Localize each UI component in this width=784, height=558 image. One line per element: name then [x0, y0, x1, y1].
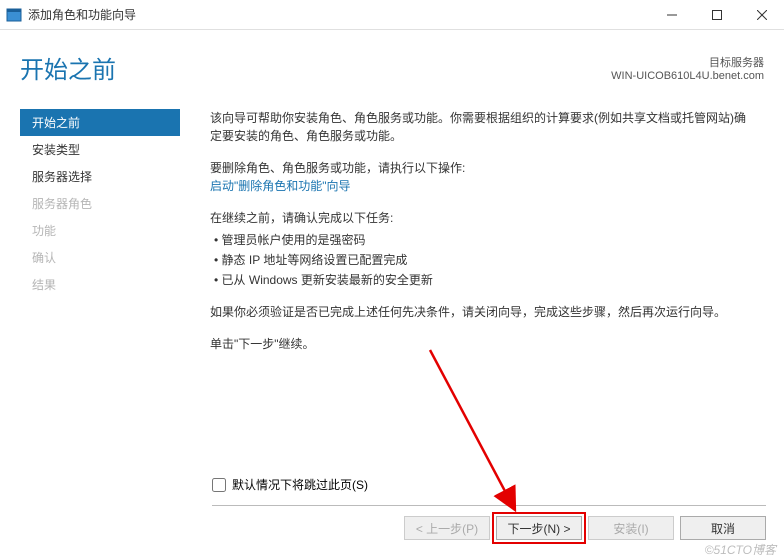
click-next-text: 单击"下一步"继续。: [210, 335, 754, 353]
minimize-button[interactable]: [649, 0, 694, 30]
skip-page-row: 默认情况下将跳过此页(S): [212, 476, 368, 493]
window-title: 添加角色和功能向导: [28, 6, 649, 23]
sidebar-item-1[interactable]: 安装类型: [20, 136, 180, 163]
watermark: ©51CTO博客: [705, 541, 776, 558]
main-area: 开始之前安装类型服务器选择服务器角色功能确认结果 该向导可帮助你安装角色、角色服…: [0, 105, 784, 505]
install-button[interactable]: 安装(I): [588, 516, 674, 540]
verify-text: 如果你必须验证是否已完成上述任何先决条件，请关闭向导，完成这些步骤，然后再次运行…: [210, 303, 754, 321]
skip-page-checkbox[interactable]: [212, 478, 226, 492]
content: 该向导可帮助你安装角色、角色服务或功能。你需要根据组织的计算要求(例如共享文档或…: [180, 105, 784, 505]
sidebar-item-2[interactable]: 服务器选择: [20, 163, 180, 190]
header: 开始之前 目标服务器 WIN-UICOB610L4U.benet.com: [0, 30, 784, 105]
server-info: 目标服务器 WIN-UICOB610L4U.benet.com: [611, 54, 764, 82]
server-label: 目标服务器: [611, 54, 764, 70]
sidebar-item-5: 确认: [20, 244, 180, 271]
page-title: 开始之前: [20, 50, 611, 85]
prereq-item-1: 静态 IP 地址等网络设置已配置完成: [214, 251, 754, 269]
separator: [212, 505, 766, 506]
skip-page-label: 默认情况下将跳过此页(S): [232, 476, 368, 493]
server-name: WIN-UICOB610L4U.benet.com: [611, 70, 764, 82]
next-button[interactable]: 下一步(N) >: [496, 516, 582, 540]
window-controls: [649, 0, 784, 30]
button-bar: < 上一步(P) 下一步(N) > 安装(I) 取消: [404, 516, 766, 540]
sidebar: 开始之前安装类型服务器选择服务器角色功能确认结果: [0, 105, 180, 505]
app-icon: [6, 7, 22, 23]
prereq-list: 管理员帐户使用的是强密码静态 IP 地址等网络设置已配置完成已从 Windows…: [214, 231, 754, 289]
sidebar-item-6: 结果: [20, 271, 180, 298]
title-bar: 添加角色和功能向导: [0, 0, 784, 30]
sidebar-item-3: 服务器角色: [20, 190, 180, 217]
remove-roles-link[interactable]: 启动"删除角色和功能"向导: [210, 177, 754, 195]
prev-button[interactable]: < 上一步(P): [404, 516, 490, 540]
close-button[interactable]: [739, 0, 784, 30]
before-continue-text: 在继续之前，请确认完成以下任务:: [210, 209, 754, 227]
prereq-item-0: 管理员帐户使用的是强密码: [214, 231, 754, 249]
sidebar-item-4: 功能: [20, 217, 180, 244]
remove-prefix: 要删除角色、角色服务或功能，请执行以下操作:: [210, 159, 754, 177]
sidebar-item-0[interactable]: 开始之前: [20, 109, 180, 136]
intro-text: 该向导可帮助你安装角色、角色服务或功能。你需要根据组织的计算要求(例如共享文档或…: [210, 109, 754, 145]
prereq-item-2: 已从 Windows 更新安装最新的安全更新: [214, 271, 754, 289]
cancel-button[interactable]: 取消: [680, 516, 766, 540]
maximize-button[interactable]: [694, 0, 739, 30]
